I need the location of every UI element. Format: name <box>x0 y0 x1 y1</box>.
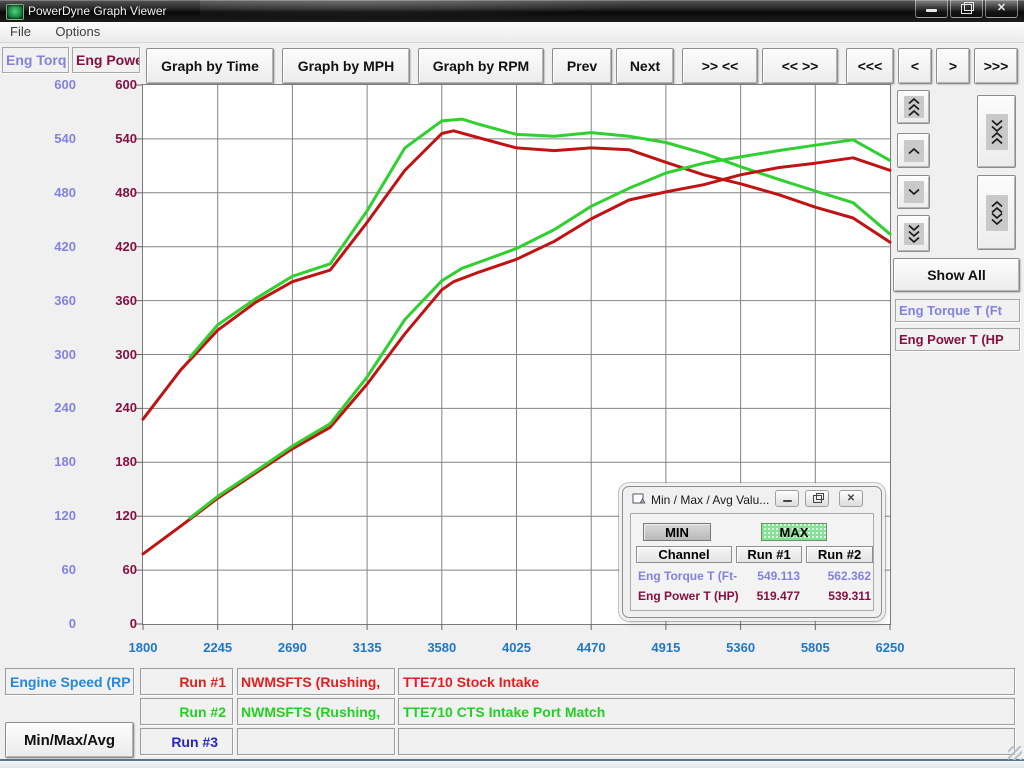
restore-icon <box>813 495 822 503</box>
minimize-icon <box>926 9 937 12</box>
close-icon: ✕ <box>997 3 1006 14</box>
run2-file-box: NWMSFTS (Rushing, <box>237 698 395 725</box>
x-channel-speed-box[interactable]: Engine Speed (RP <box>5 668 134 695</box>
run1-desc-box: TTE710 Stock Intake <box>398 668 1015 695</box>
title-bar: PowerDyne Graph Viewer ✕ <box>0 0 1024 22</box>
resize-grip[interactable] <box>1008 746 1022 760</box>
scroll-left-button[interactable]: < <box>898 48 932 84</box>
minimize-button[interactable] <box>915 0 948 18</box>
zoom-out-x-button[interactable]: << >> <box>762 48 838 84</box>
minmax-body: MIN MAX Channel Run #1 Run #2 Eng Torque… <box>630 513 874 611</box>
scale-contract-button[interactable] <box>977 95 1016 168</box>
powerdyne-window: PowerDyne Graph Viewer ✕ File Options En… <box>0 0 1024 768</box>
minmax-restore-button[interactable] <box>805 490 829 507</box>
scale-up-button[interactable] <box>897 133 930 168</box>
channel-torque-label[interactable]: Eng Torque T (Ft <box>895 299 1020 322</box>
row-power-run1-value: 519.477 <box>734 589 800 603</box>
row-power-run2-value: 539.311 <box>805 589 871 603</box>
row-torque-channel: Eng Torque T (Ft- <box>638 569 737 583</box>
graph-by-time-button[interactable]: Graph by Time <box>146 48 274 84</box>
min-max-avg-button[interactable]: Min/Max/Avg <box>5 722 134 758</box>
run1-label: Run #1 <box>140 668 233 695</box>
minmax-minimize-button[interactable] <box>775 490 799 507</box>
scroll-far-left-button[interactable]: <<< <box>846 48 894 84</box>
chevron-down-icon <box>904 181 924 203</box>
window-title: PowerDyne Graph Viewer <box>28 4 167 18</box>
close-icon: ✕ <box>847 494 855 504</box>
scale-top-button[interactable] <box>897 90 930 124</box>
row-torque-run1-value: 549.113 <box>734 569 800 583</box>
header-channel: Channel <box>636 546 732 563</box>
triple-chevron-up-icon <box>904 96 924 118</box>
next-button[interactable]: Next <box>616 48 674 84</box>
chevrons-outward-icon <box>986 195 1008 231</box>
menu-file[interactable]: File <box>0 22 41 39</box>
show-all-button[interactable]: Show All <box>893 258 1020 292</box>
minmax-values-window: Min / Max / Avg Valu... ✕ MIN MAX Channe… <box>622 486 882 618</box>
restore-icon <box>961 4 972 14</box>
header-run1: Run #1 <box>736 546 802 563</box>
minmax-window-icon[interactable] <box>632 493 646 505</box>
menu-bar: File Options <box>0 22 1024 43</box>
minmax-close-button[interactable]: ✕ <box>839 490 863 507</box>
channel-power-label[interactable]: Eng Power T (HP <box>895 328 1020 351</box>
y-channel-power-box[interactable]: Eng Powe <box>72 47 140 73</box>
titlebar-glass-sheen <box>200 0 700 22</box>
run3-file-box <box>237 728 395 755</box>
min-tab-button[interactable]: MIN <box>643 523 711 541</box>
run2-label: Run #2 <box>140 698 233 725</box>
zoom-in-x-button[interactable]: >> << <box>682 48 758 84</box>
scale-expand-button[interactable] <box>977 175 1016 250</box>
run3-label: Run #3 <box>140 728 233 755</box>
scroll-far-right-button[interactable]: >>> <box>974 48 1018 84</box>
menu-options[interactable]: Options <box>45 22 110 39</box>
minmax-window-title: Min / Max / Avg Valu... <box>651 493 769 507</box>
header-run2: Run #2 <box>806 546 873 563</box>
graph-by-rpm-button[interactable]: Graph by RPM <box>418 48 544 84</box>
window-bottom-border <box>0 759 1024 768</box>
app-icon[interactable] <box>6 4 24 20</box>
row-power-channel: Eng Power T (HP) <box>638 589 739 603</box>
scale-bottom-button[interactable] <box>897 215 930 252</box>
scroll-right-button[interactable]: > <box>936 48 970 84</box>
triple-chevron-down-icon <box>904 223 924 245</box>
prev-button[interactable]: Prev <box>552 48 612 84</box>
minimize-icon <box>783 500 792 502</box>
row-torque-run2-value: 562.362 <box>805 569 871 583</box>
run1-file-box: NWMSFTS (Rushing, <box>237 668 395 695</box>
run2-desc-box: TTE710 CTS Intake Port Match <box>398 698 1015 725</box>
y-channel-torque-box[interactable]: Eng Torq <box>2 47 69 73</box>
chevrons-inward-icon <box>986 114 1008 150</box>
run3-desc-box <box>398 728 1015 755</box>
restore-button[interactable] <box>950 0 983 18</box>
close-button[interactable]: ✕ <box>985 0 1018 18</box>
max-tab-button[interactable]: MAX <box>761 523 827 541</box>
scale-down-button[interactable] <box>897 175 930 209</box>
graph-by-mph-button[interactable]: Graph by MPH <box>282 48 410 84</box>
chevron-up-icon <box>904 140 924 162</box>
